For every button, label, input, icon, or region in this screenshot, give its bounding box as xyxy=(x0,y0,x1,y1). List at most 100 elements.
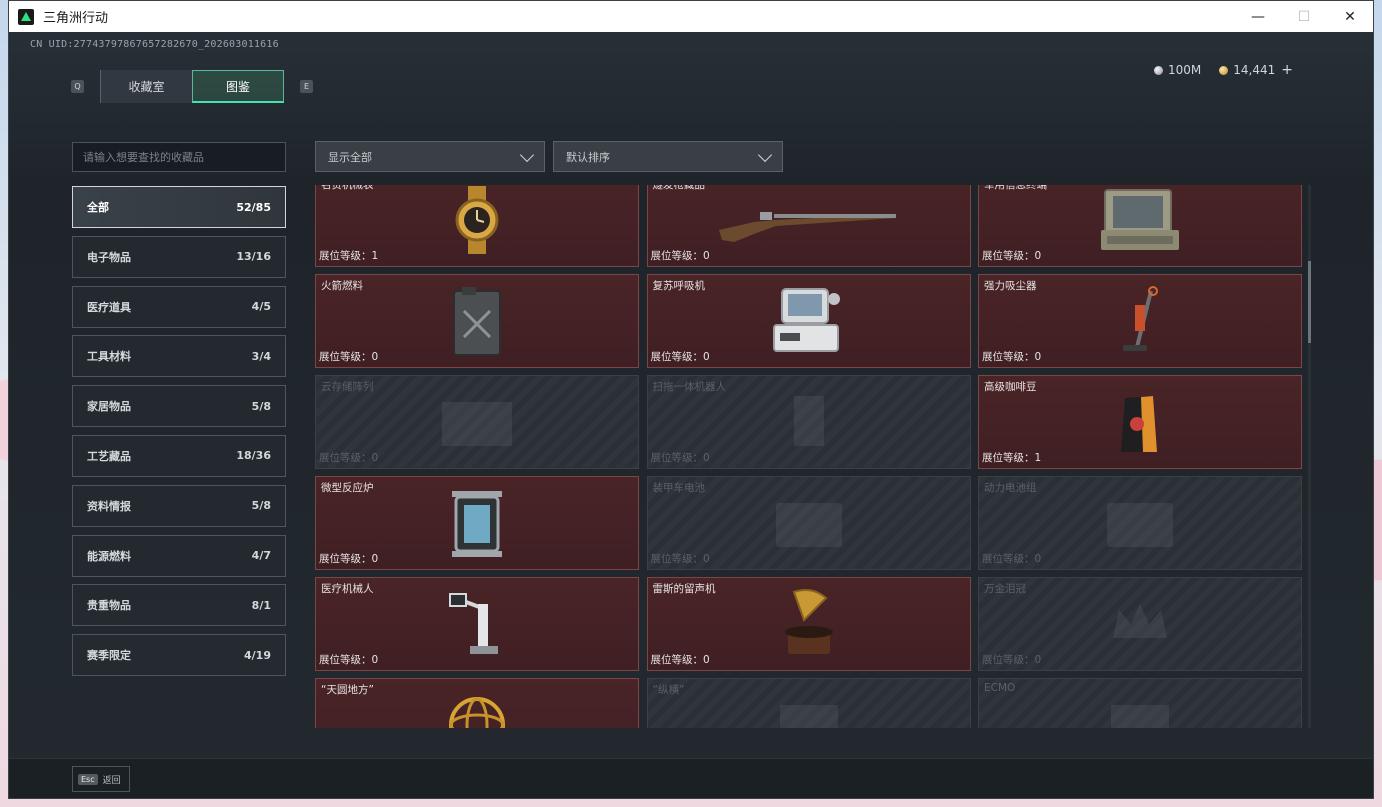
item-name: 微型反应炉 xyxy=(321,482,374,494)
window-title: 三角洲行动 xyxy=(43,11,109,26)
server-item-image xyxy=(432,386,522,458)
item-name: 名贵机械表 xyxy=(321,185,374,191)
gold-coin-icon xyxy=(1219,66,1229,75)
category-tools[interactable]: 工具材料 3/4 xyxy=(72,335,286,378)
category-label: 医疗道具 xyxy=(87,300,131,314)
collection-item-card[interactable]: 动力电池组 展位等级：0 xyxy=(978,476,1302,570)
category-valuables[interactable]: 贵重物品 8/1 xyxy=(72,584,286,627)
tab-collection-room[interactable]: 收藏室 xyxy=(100,70,192,103)
chevron-down-icon xyxy=(519,147,535,163)
item-display-level: 展位等级：0 xyxy=(319,351,379,363)
armillary-item-image xyxy=(432,689,522,728)
footer-bar: Esc 返回 xyxy=(9,758,1373,798)
collection-item-card[interactable]: 火箭燃料展位等级：0 xyxy=(315,274,639,368)
minimize-button[interactable]: — xyxy=(1235,1,1281,32)
category-electronics[interactable]: 电子物品 13/16 xyxy=(72,235,286,278)
item-display-level: 展位等级：1 xyxy=(982,452,1042,464)
item-display-level: 展位等级：0 xyxy=(319,452,379,464)
category-energy[interactable]: 能源燃料 4/7 xyxy=(72,534,286,577)
esc-key-hint: Esc xyxy=(78,773,98,785)
silver-currency: 100M xyxy=(1154,63,1201,77)
category-season-limited[interactable]: 赛季限定 4/19 xyxy=(72,634,286,677)
collection-grid-viewport: 名贵机械表 展位等级：1 燧发枪藏品 展位等级：0 军用信息终端 展位等级：0 火箭燃料 展位… xyxy=(315,185,1305,728)
item-name: 云存储阵列 xyxy=(321,381,374,393)
item-name: 万金泪冠 xyxy=(984,583,1026,595)
category-all[interactable]: 全部 52/85 xyxy=(72,186,286,228)
battery-item-image xyxy=(764,487,854,559)
item-display-level: 展位等级：0 xyxy=(982,553,1042,565)
collection-item-card[interactable]: “纵横” xyxy=(646,678,971,728)
collection-item-card[interactable]: 万金泪冠 展位等级：0 xyxy=(978,577,1302,671)
chevron-down-icon xyxy=(757,147,773,163)
fuel-item-image xyxy=(432,285,522,357)
category-crafts[interactable]: 工艺藏品 18/36 xyxy=(72,434,286,477)
item-display-level: 展位等级：0 xyxy=(650,654,710,666)
back-label: 返回 xyxy=(102,775,121,786)
category-intel[interactable]: 资料情报 5/8 xyxy=(72,484,286,527)
add-currency-button[interactable]: + xyxy=(1281,62,1293,78)
gold-value: 14,441 xyxy=(1233,63,1276,77)
category-count: 3/4 xyxy=(251,349,271,363)
tab-encyclopedia[interactable]: 图鉴 xyxy=(192,70,284,103)
item-name: “天圆地方” xyxy=(321,684,374,696)
item-name: ECMO xyxy=(984,682,1016,694)
grid-scrollbar[interactable] xyxy=(1308,185,1311,728)
sort-value: 默认排序 xyxy=(566,150,610,164)
game-client: CN UID:27743797867657282670_202603011616… xyxy=(9,32,1373,798)
vacuum-item-image xyxy=(1095,285,1185,357)
category-count: 18/36 xyxy=(236,449,271,463)
category-count: 52/85 xyxy=(236,200,271,214)
delta-force-app-icon xyxy=(18,8,34,25)
collection-item-card[interactable]: 燧发枪藏品展位等级：0 xyxy=(646,185,971,267)
currency-bar: 100M 14,441 + xyxy=(1154,62,1293,78)
category-medical[interactable]: 医疗道具 4/5 xyxy=(72,285,286,328)
category-count: 8/1 xyxy=(251,598,271,612)
display-filter-value: 显示全部 xyxy=(328,150,372,164)
collection-item-card[interactable]: 装甲车电池展位等级：0 xyxy=(646,476,971,570)
collection-item-card[interactable]: 强力吸尘器 展位等级：0 xyxy=(978,274,1302,368)
category-count: 5/8 xyxy=(251,499,271,513)
search-input[interactable]: 请输入想要查找的收藏品 xyxy=(72,142,286,172)
sort-dropdown[interactable]: 默认排序 xyxy=(553,141,783,172)
back-button[interactable]: Esc 返回 xyxy=(72,766,130,792)
category-label: 工艺藏品 xyxy=(87,449,131,463)
category-count: 4/7 xyxy=(251,549,271,563)
ventilator-item-image xyxy=(764,285,854,357)
item-display-level: 展位等级：0 xyxy=(650,250,710,262)
collection-item-card[interactable]: 云存储阵列展位等级：0 xyxy=(315,375,639,469)
category-count: 4/5 xyxy=(251,300,271,314)
collection-item-card[interactable]: 扫拖一体机器人 展位等级：0 xyxy=(646,375,971,469)
display-filter-dropdown[interactable]: 显示全部 xyxy=(315,141,545,172)
category-label: 全部 xyxy=(87,201,109,214)
item-name: 火箭燃料 xyxy=(321,280,363,292)
terminal-item-image xyxy=(1095,185,1185,256)
scrollbar-thumb[interactable] xyxy=(1308,261,1311,343)
collection-item-card[interactable]: ECMO xyxy=(978,678,1302,728)
item-name: 高级咖啡豆 xyxy=(984,381,1037,393)
category-household[interactable]: 家居物品 5/8 xyxy=(72,385,286,428)
collection-item-card[interactable]: 复苏呼吸机 展位等级：0 xyxy=(646,274,971,368)
collection-item-card[interactable]: 医疗机械人 展位等级：0 xyxy=(315,577,639,671)
category-list: 全部 52/85 电子物品 13/16 医疗道具 4/5 工具材料 3/4 家居物品 5/… xyxy=(72,186,286,684)
category-count: 13/16 xyxy=(236,250,271,264)
category-label: 电子物品 xyxy=(87,250,131,264)
collection-item-card[interactable]: “天圆地方” xyxy=(315,678,639,728)
collection-item-card[interactable]: 名贵机械表 展位等级：1 xyxy=(315,185,639,267)
reactor-item-image xyxy=(432,487,522,559)
collection-item-card[interactable]: 高级咖啡豆展位等级：1 xyxy=(978,375,1302,469)
battery-item-image xyxy=(1095,487,1185,559)
crown-item-image xyxy=(1095,588,1185,660)
collection-item-card[interactable]: 微型反应炉 展位等级：0 xyxy=(315,476,639,570)
item-display-level: 展位等级：0 xyxy=(650,553,710,565)
close-button[interactable]: ✕ xyxy=(1327,1,1373,32)
collection-item-card[interactable]: 军用信息终端 展位等级：0 xyxy=(978,185,1302,267)
category-label: 家居物品 xyxy=(87,400,131,414)
title-bar: 三角洲行动 — ☐ ✕ xyxy=(9,1,1373,32)
maximize-button[interactable]: ☐ xyxy=(1281,1,1327,32)
collection-item-card[interactable]: 雷斯的留声机 展位等级：0 xyxy=(646,577,971,671)
item-name: 复苏呼吸机 xyxy=(652,280,706,292)
medbot-item-image xyxy=(432,588,522,660)
silver-value: 100M xyxy=(1168,63,1202,77)
item-name: 装甲车电池 xyxy=(652,482,706,494)
item-name: 燧发枪藏品 xyxy=(652,185,706,191)
